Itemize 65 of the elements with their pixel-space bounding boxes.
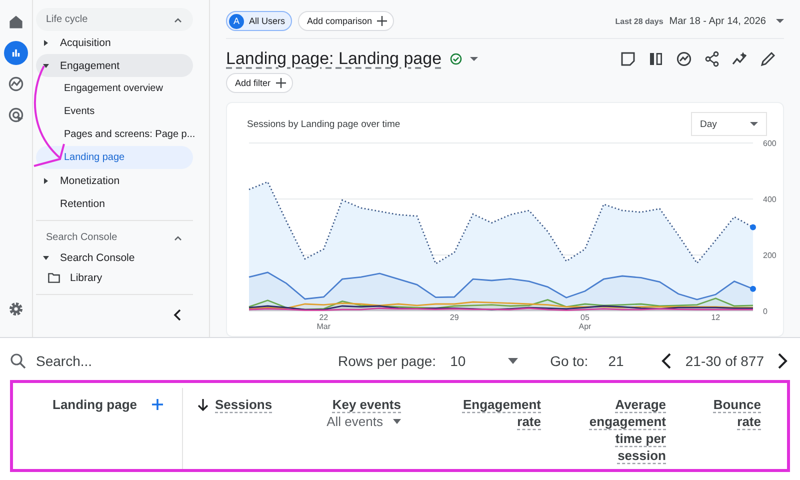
check-circle-icon (450, 53, 462, 65)
search-icon (10, 353, 26, 369)
nav-item[interactable]: Events (36, 100, 205, 123)
plus-icon (377, 16, 388, 26)
column-header: Landing page (52, 396, 137, 413)
axis-label: 0 (763, 307, 768, 316)
nav-item[interactable]: Pages and screens: Page p... (36, 123, 205, 146)
trend-sparkle-icon[interactable] (732, 51, 748, 67)
nav-item[interactable]: Search Console (36, 249, 205, 267)
section-header[interactable]: Life cycle (36, 8, 193, 31)
add-comparison-button[interactable]: Add comparison (298, 11, 394, 31)
column-header[interactable]: Sessions (215, 396, 272, 413)
column-header[interactable]: Bounce rate (705, 396, 761, 430)
chart-title: Sessions by Landing page over time (247, 118, 400, 130)
end-point (750, 286, 756, 292)
axis-label: 12 (711, 313, 720, 322)
events-dropdown[interactable]: All events (326, 414, 401, 429)
column-header[interactable]: Average engagement time per session (582, 396, 666, 464)
caret-icon (508, 358, 518, 364)
rows-dropdown[interactable]: 10 (448, 353, 518, 369)
pencil-icon[interactable] (760, 51, 776, 67)
nav-item[interactable]: Acquisition (36, 31, 205, 54)
add-filter-button[interactable]: Add filter (226, 73, 293, 93)
bar-chart-icon[interactable] (4, 41, 28, 65)
segment-chip[interactable]: A All Users (226, 11, 292, 31)
axis-label: 400 (763, 195, 776, 204)
date-range-picker[interactable]: Mar 18 - Apr 14, 2026 (669, 16, 784, 26)
interval-dropdown[interactable]: Day (691, 112, 767, 136)
settings-icon[interactable] (8, 301, 24, 317)
axis-label: 200 (763, 251, 776, 260)
caret-icon (393, 419, 401, 424)
library-link[interactable]: Library (36, 267, 193, 289)
column-header[interactable]: Key events (332, 396, 401, 413)
caret-icon (776, 18, 784, 24)
axis-label: 22 (319, 313, 328, 322)
columns-icon[interactable] (648, 51, 664, 67)
nav-item[interactable]: Engagement overview (36, 77, 205, 100)
axis-label: 600 (763, 139, 776, 148)
axis-label: 05 (580, 313, 590, 322)
range-label: Last 28 days (615, 16, 664, 26)
share-icon[interactable] (704, 51, 720, 67)
page-range: 21-30 of 877 (685, 353, 764, 369)
report-title: Landing page: Landing page (226, 49, 442, 69)
rows-label: Rows per page: (338, 353, 436, 369)
plus-icon (276, 78, 286, 88)
section-header[interactable]: Search Console (36, 226, 193, 249)
nav-item[interactable]: Engagement (36, 54, 193, 77)
axis-label: Mar (316, 322, 331, 331)
insights-icon[interactable] (676, 51, 692, 67)
note-icon[interactable] (620, 51, 636, 67)
nav-item[interactable]: Retention (36, 192, 205, 215)
folder-icon (48, 273, 60, 283)
nav-item[interactable]: Landing page (36, 146, 193, 169)
caret-icon[interactable] (470, 56, 478, 62)
nav-item[interactable]: Monetization (36, 169, 205, 192)
caret-icon (750, 121, 758, 127)
axis-label: 29 (450, 313, 459, 322)
avatar: A (229, 14, 244, 28)
search-field[interactable]: Search... (36, 353, 236, 369)
goto-field[interactable]: 21 (608, 353, 624, 369)
axis-label: Apr (578, 322, 592, 331)
end-point (750, 224, 756, 230)
add-icon[interactable] (151, 398, 164, 411)
goto-label: Go to: (550, 353, 588, 369)
column-header[interactable]: Engagement rate (457, 396, 541, 430)
